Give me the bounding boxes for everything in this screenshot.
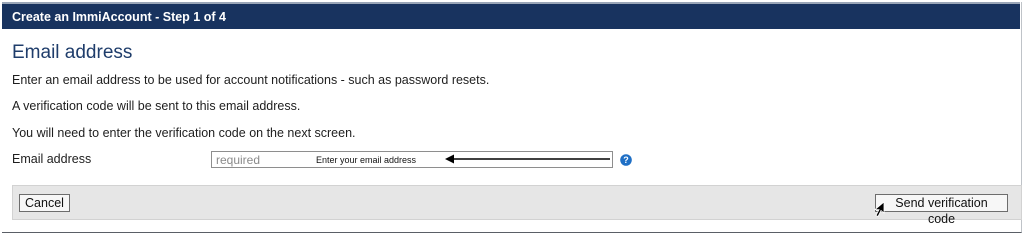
email-field-annotation: Enter your email address [316, 155, 417, 165]
mouse-pointer-icon [873, 201, 885, 218]
section-heading: Email address [12, 42, 133, 63]
window-title: Create an ImmiAccount - Step 1 of 4 [2, 2, 1020, 29]
cancel-button[interactable]: Cancel [19, 194, 70, 212]
annotation-arrow-icon [445, 154, 610, 164]
email-field-label: Email address [12, 152, 92, 166]
info-paragraph-next-screen: You will need to enter the verification … [12, 126, 356, 140]
svg-text:?: ? [623, 155, 629, 165]
info-paragraph-notifications: Enter an email address to be used for ac… [12, 73, 490, 87]
send-verification-code-button[interactable]: Send verification code [875, 194, 1008, 226]
info-paragraph-verification: A verification code will be sent to this… [12, 99, 301, 113]
help-icon[interactable]: ? [620, 154, 632, 166]
